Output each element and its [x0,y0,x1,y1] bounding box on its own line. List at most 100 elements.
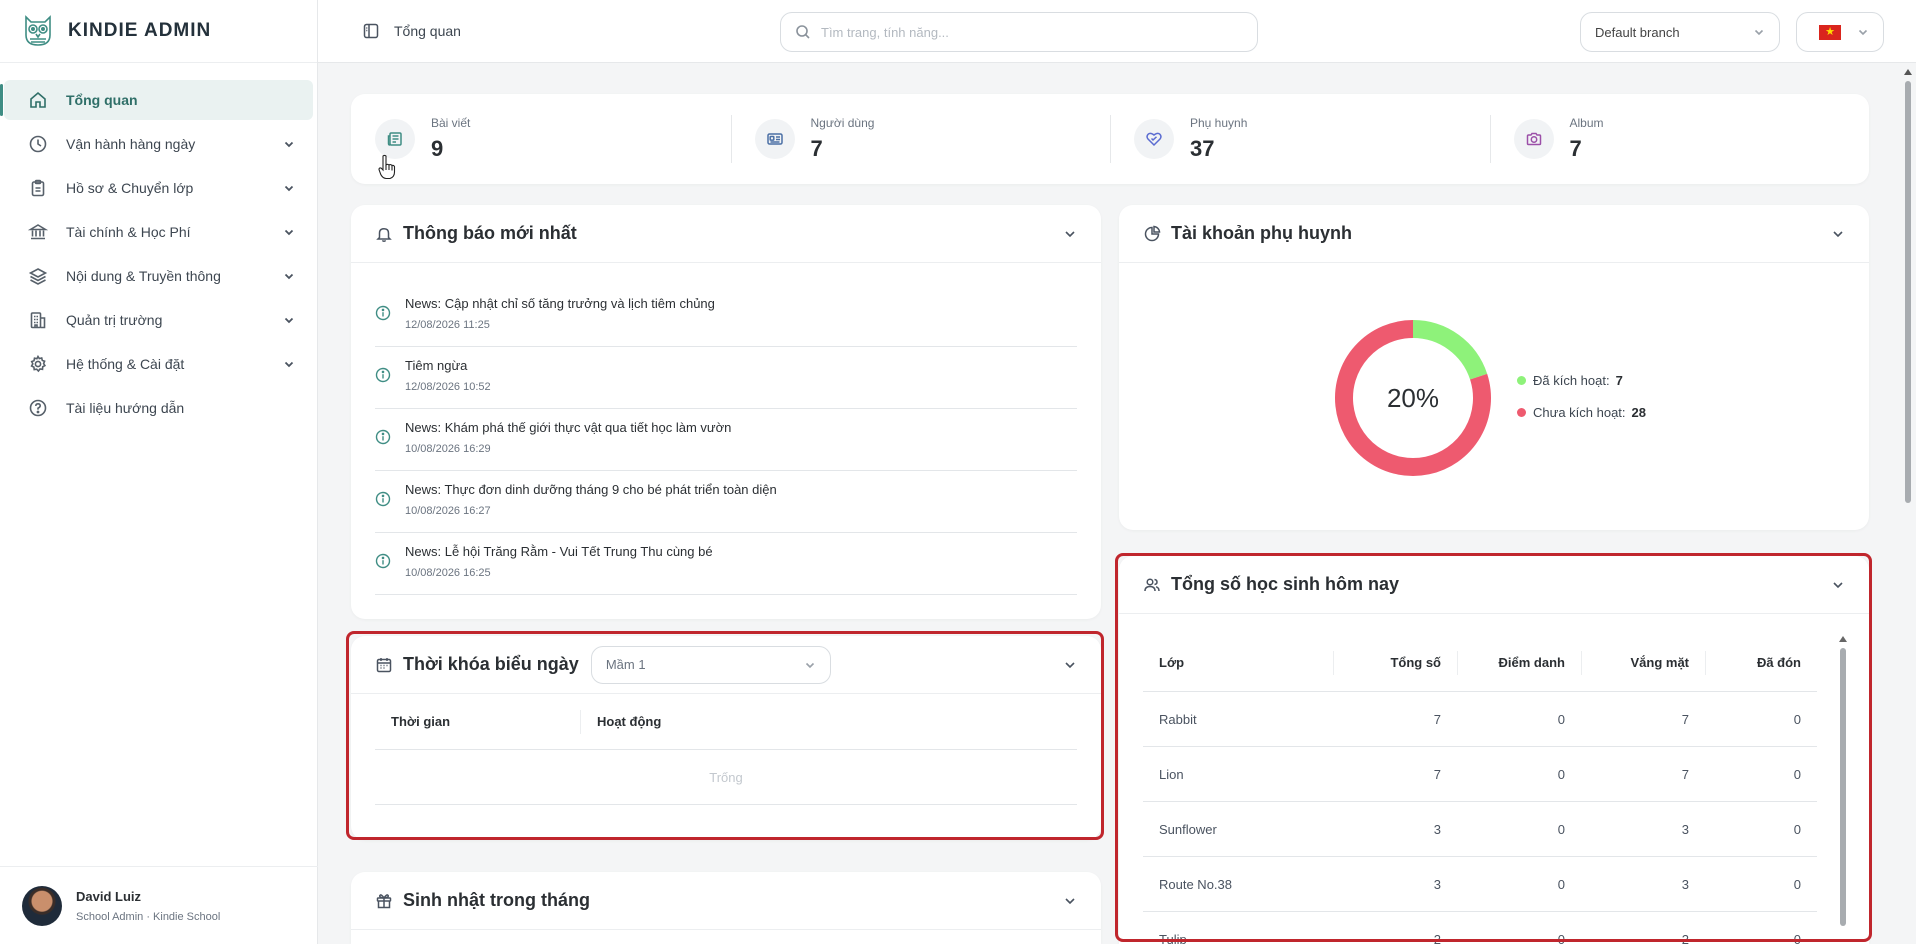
column-header-checked-in[interactable]: Điểm danh [1457,651,1581,675]
stat-label: Bài viết [431,116,471,130]
owl-logo-icon [25,15,51,46]
clipboard-icon [31,179,45,197]
notification-time: 10/08/2026 16:29 [405,443,491,455]
legend-activated[interactable]: Đã kích hoạt: 7 [1517,370,1646,390]
cell-checked-in: 0 [1557,931,1565,944]
table-row[interactable]: Lion 7 0 7 0 [1143,747,1817,802]
table-row[interactable]: Tulip 2 0 2 0 [1143,912,1817,944]
notification-item[interactable]: News: Khám phá thế giới thực vật qua tiế… [375,409,1077,471]
notification-title: News: Thực đơn dinh dưỡng tháng 9 cho bé… [405,482,777,497]
table-header-row: Lớp Tổng số Điểm danh Vắng mặt Đã đón [1143,634,1817,692]
chevron-down-icon [284,317,294,324]
legend-dot-activated [1517,375,1526,385]
vietnam-flag-icon: ★ [1819,24,1841,40]
daily-schedule-card: Thời khóa biểu ngày Mầm 1 Thời gian Hoạt… [351,636,1101,840]
notification-title: News: Khám phá thế giới thực vật qua tiế… [405,420,732,435]
sidebar-item-content[interactable]: Nội dung & Truyền thông [4,256,313,296]
notification-item[interactable]: News: Thực đơn dinh dưỡng tháng 9 cho bé… [375,471,1077,533]
collapse-chevron-icon[interactable] [1063,894,1077,908]
building-icon [30,312,46,329]
notification-title: Tiêm ngừa [405,358,468,373]
column-header-total[interactable]: Tổng số [1333,651,1457,675]
sidebar-item-daily-operations[interactable]: Vận hành hàng ngày [4,124,313,164]
info-icon [375,305,391,321]
user-profile[interactable]: David Luiz School Admin · Kindie School [0,866,318,944]
branch-select[interactable]: Default branch [1580,12,1780,52]
hand-cursor-icon [378,154,396,180]
sidebar-item-records[interactable]: Hồ sơ & Chuyển lớp [4,168,313,208]
cell-absent: 7 [1681,766,1689,782]
info-icon [375,553,391,569]
collapse-chevron-icon[interactable] [1063,227,1077,241]
page-scrollbar[interactable] [1900,63,1916,944]
collapse-chevron-icon[interactable] [1831,227,1845,241]
chevron-down-icon [284,273,294,280]
notification-item[interactable]: News: Lễ hội Trăng Rằm - Vui Tết Trung T… [375,533,1077,595]
table-row[interactable]: Rabbit 7 0 7 0 [1143,692,1817,747]
stat-value: 7 [1569,136,1582,161]
sidebar-item-label: Tài liệu hướng dẫn [66,400,185,416]
stat-value: 7 [810,136,823,161]
cell-picked-up: 0 [1793,876,1801,892]
table-row[interactable]: Route No.38 3 0 3 0 [1143,857,1817,912]
camera-icon [1526,132,1541,146]
column-header-absent[interactable]: Vắng mặt [1581,651,1705,675]
notification-title: News: Cập nhật chỉ số tăng trưởng và lịc… [405,296,715,311]
table-scrollbar[interactable] [1839,636,1847,936]
sidebar-item-label: Tổng quan [66,92,138,108]
column-header-class[interactable]: Lớp [1143,655,1333,670]
sidebar-item-label: Nội dung & Truyền thông [66,268,221,284]
donut-chart: 20% [1333,318,1493,478]
chevron-down-icon [1754,29,1764,36]
legend-dot-inactive [1517,407,1526,417]
sidebar-toggle-icon[interactable] [362,22,380,40]
students-today-title: Tổng số học sinh hôm nay [1171,574,1400,594]
parent-accounts-title: Tài khoản phụ huynh [1171,223,1352,243]
pie-chart-icon [1144,225,1161,241]
empty-state: Trống [375,750,1077,805]
table-row[interactable]: Sunflower 3 0 3 0 [1143,802,1817,857]
stat-albums[interactable]: Album 7 [1489,113,1870,165]
collapse-chevron-icon[interactable] [1831,578,1845,592]
class-select[interactable]: Mầm 1 [590,645,831,684]
chevron-down-icon [284,141,294,148]
sidebar-item-school-admin[interactable]: Quản trị trường [4,300,313,340]
search-input[interactable] [821,24,1241,40]
heart-handshake-icon [1146,132,1162,147]
scrollbar-thumb[interactable] [1905,81,1911,503]
sidebar-item-finance[interactable]: Tài chính & Học Phí [4,212,313,252]
notification-item[interactable]: News: Cập nhật chỉ số tăng trưởng và lịc… [375,285,1077,347]
legend-value: 7 [1615,372,1623,388]
sidebar-item-docs[interactable]: Tài liệu hướng dẫn [4,388,313,428]
notification-time: 12/08/2026 10:52 [405,381,491,393]
students-today-header: Tổng số học sinh hôm nay [1119,556,1869,614]
legend-inactive[interactable]: Chưa kích hoạt: 28 [1517,402,1646,422]
donut-center-label: 20% [1386,382,1440,413]
stat-users[interactable]: Người dùng 7 [730,113,1111,165]
collapse-chevron-icon[interactable] [1063,658,1077,672]
cell-total: 3 [1433,876,1441,892]
breadcrumb-current: Tổng quan [394,23,461,39]
language-select[interactable]: ★ [1796,12,1884,52]
legend-value: 28 [1631,404,1646,420]
notification-title: News: Lễ hội Trăng Rằm - Vui Tết Trung T… [405,544,713,559]
notification-time: 10/08/2026 16:25 [405,567,491,579]
brand[interactable]: KINDIE ADMIN [0,0,317,63]
stat-posts[interactable]: Bài viết 9 [351,113,731,165]
sidebar-item-overview[interactable]: Tổng quan [0,80,313,120]
search-box[interactable] [780,12,1258,52]
chevron-down-icon [284,229,294,236]
cell-picked-up: 0 [1793,931,1801,944]
stat-parents[interactable]: Phụ huynh 37 [1110,113,1490,165]
cell-picked-up: 0 [1793,711,1801,727]
scrollbar-thumb[interactable] [1840,648,1846,926]
gear-icon [30,354,47,373]
column-header-picked-up[interactable]: Đã đón [1705,651,1817,675]
stat-icon-wrap [375,119,415,159]
sidebar-item-settings[interactable]: Hệ thống & Cài đặt [4,344,313,384]
scroll-up-arrow-icon[interactable] [1839,636,1847,642]
breadcrumb: Tổng quan [362,22,461,40]
notification-item[interactable]: Tiêm ngừa 12/08/2026 10:52 [375,347,1077,409]
search-icon [796,25,810,39]
scroll-up-arrow-icon[interactable] [1904,69,1912,75]
